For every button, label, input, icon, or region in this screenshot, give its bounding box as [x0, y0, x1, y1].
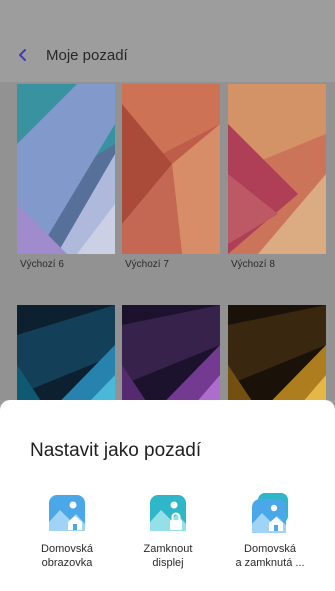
option-lock-screen-line1: Zamknout	[143, 543, 193, 555]
wallpaper-7-image	[122, 84, 220, 254]
wallpaper-label-6: Výchozí 6	[20, 259, 64, 270]
wallpaper-label-8: Výchozí 8	[231, 259, 275, 270]
option-home-screen[interactable]: Domovská obrazovka	[17, 492, 117, 570]
sheet-title: Nastavit jako pozadí	[30, 440, 202, 461]
wallpaper-thumb-11[interactable]	[228, 280, 326, 400]
option-home-and-lock-line2: a zamknutá ...	[235, 557, 305, 569]
app-header: Moje pozadí	[0, 0, 335, 82]
option-home-and-lock-line1: Domovská	[244, 543, 296, 555]
wallpaper-thumb-7[interactable]	[122, 84, 220, 254]
wallpaper-thumb-10[interactable]	[122, 280, 220, 400]
wallpaper-10-image	[122, 305, 220, 400]
wallpaper-thumb-6[interactable]	[17, 84, 115, 254]
wallpaper-thumb-9[interactable]	[17, 280, 115, 400]
option-home-screen-line2: obrazovka	[41, 557, 93, 569]
page-title: Moje pozadí	[46, 47, 128, 64]
wallpaper-thumb-8[interactable]	[228, 84, 326, 254]
option-home-screen-line1: Domovská	[41, 543, 93, 555]
wallpaper-9-image	[17, 305, 115, 400]
back-icon[interactable]	[16, 48, 30, 62]
wallpaper-8-image	[228, 84, 326, 254]
wallpaper-11-image	[228, 305, 326, 400]
home-screen-icon	[49, 495, 85, 531]
wallpaper-label-7: Výchozí 7	[125, 259, 169, 270]
home-and-lock-icon	[252, 493, 288, 533]
lock-screen-icon	[150, 495, 186, 531]
option-home-and-lock[interactable]: Domovská a zamknutá ...	[220, 492, 320, 570]
wallpaper-6-image	[17, 84, 115, 254]
option-lock-screen[interactable]: Zamknout displej	[118, 492, 218, 570]
option-lock-screen-line2: displej	[152, 557, 184, 569]
